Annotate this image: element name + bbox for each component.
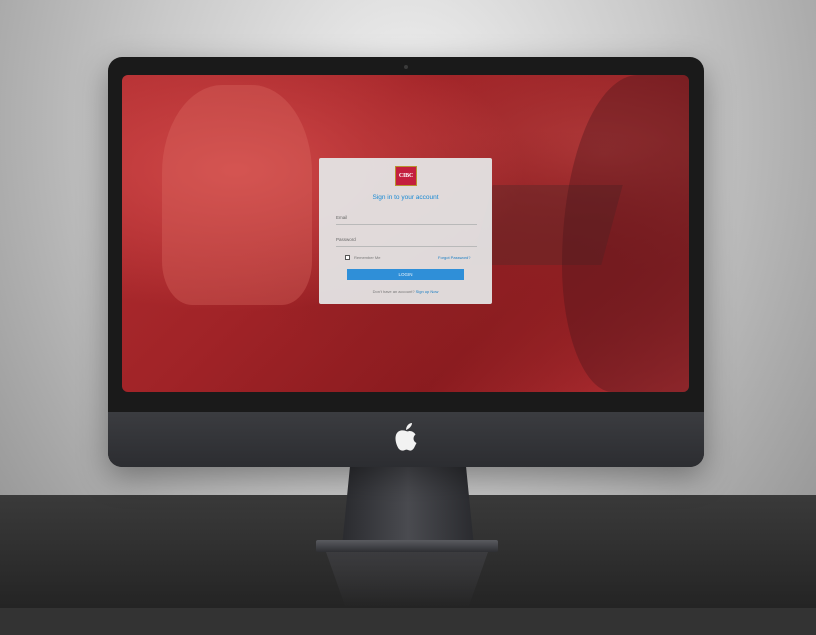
apple-icon [395, 423, 417, 451]
email-field[interactable] [336, 224, 477, 225]
monitor-stand-foot [316, 540, 498, 552]
sign-in-title: Sign in to your account [372, 194, 439, 201]
cibc-logo-text: CIBC [398, 173, 414, 179]
monitor-stand [342, 467, 474, 547]
signup-row: Don't have an account? Sign up Now [319, 289, 492, 294]
monitor-frame: CIBC Sign in to your account Email Passw… [108, 57, 704, 467]
background-photo-person [162, 85, 312, 305]
forgot-password-link[interactable]: Forgot Password? [438, 255, 470, 260]
stand-reflection [326, 552, 488, 607]
password-label: Password [336, 237, 356, 242]
background-photo-person-right [562, 75, 689, 392]
login-button[interactable]: LOGIN [347, 269, 464, 280]
camera-icon [404, 65, 408, 69]
screen: CIBC Sign in to your account Email Passw… [122, 75, 689, 392]
cibc-logo: CIBC [395, 166, 417, 186]
desk-edge [0, 608, 816, 635]
login-card: CIBC Sign in to your account Email Passw… [319, 158, 492, 304]
signup-link[interactable]: Sign up Now [416, 289, 439, 294]
remember-me-label: Remember Me [354, 255, 381, 260]
password-field[interactable] [336, 246, 477, 247]
email-label: Email [336, 215, 348, 220]
remember-me-checkbox[interactable] [345, 255, 350, 260]
signup-prompt: Don't have an account? [372, 289, 415, 294]
